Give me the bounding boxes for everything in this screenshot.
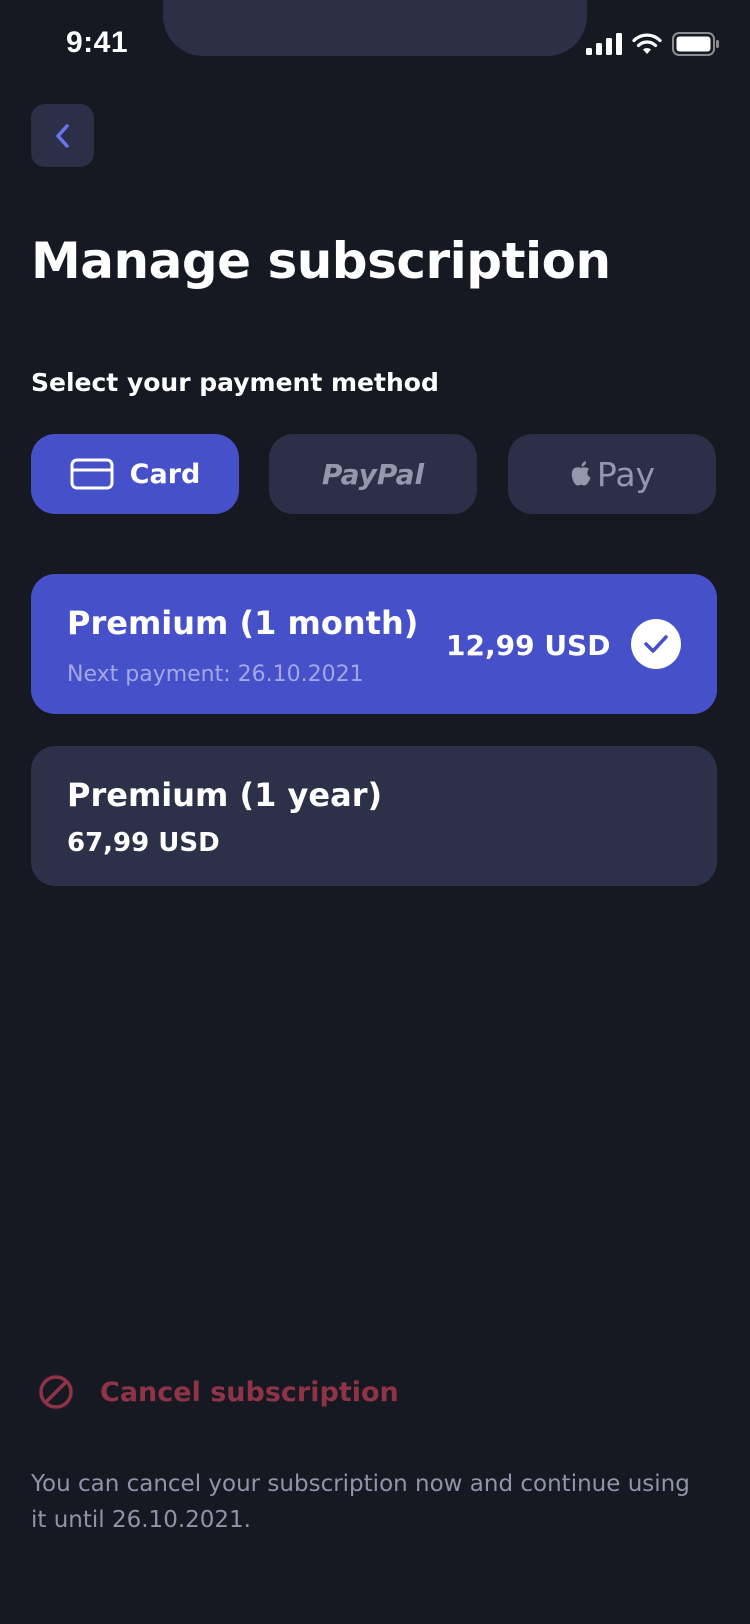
payment-method-card[interactable]: Card xyxy=(31,434,239,514)
apple-icon xyxy=(571,461,591,486)
plan-monthly[interactable]: Premium (1 month) Next payment: 26.10.20… xyxy=(31,574,717,714)
payment-method-paypal[interactable]: PayPal xyxy=(269,434,477,514)
cancel-info-text: You can cancel your subscription now and… xyxy=(31,1471,690,1533)
cellular-signal-icon xyxy=(586,33,622,55)
battery-icon xyxy=(672,32,719,56)
status-time: 9:41 xyxy=(66,26,129,59)
back-button[interactable] xyxy=(31,104,94,167)
plan-price: 67,99 USD xyxy=(67,828,220,858)
selected-check-icon xyxy=(631,619,681,669)
credit-card-icon xyxy=(70,458,114,490)
plan-name: Premium (1 month) xyxy=(67,604,419,642)
payment-method-apple-pay[interactable]: Pay xyxy=(508,434,716,514)
chevron-left-icon xyxy=(55,123,69,148)
next-payment-text: Next payment: 26.10.2021 xyxy=(67,662,364,687)
payment-method-label: Select your payment method xyxy=(31,368,439,397)
cancel-subscription-label: Cancel subscription xyxy=(100,1376,399,1408)
paypal-logo: PayPal xyxy=(321,457,425,491)
plan-name: Premium (1 year) xyxy=(67,776,383,814)
plan-price: 12,99 USD xyxy=(446,629,611,662)
device-notch xyxy=(163,0,587,56)
status-icons xyxy=(586,32,720,56)
apple-pay-label: Pay xyxy=(596,454,656,494)
page-title: Manage subscription xyxy=(31,232,611,290)
plan-yearly[interactable]: Premium (1 year) 67,99 USD xyxy=(31,746,717,886)
cancel-subscription-button[interactable]: Cancel subscription xyxy=(38,1374,399,1410)
payment-method-card-label: Card xyxy=(129,458,201,490)
prohibited-icon xyxy=(39,1375,73,1409)
wifi-icon xyxy=(632,33,662,54)
